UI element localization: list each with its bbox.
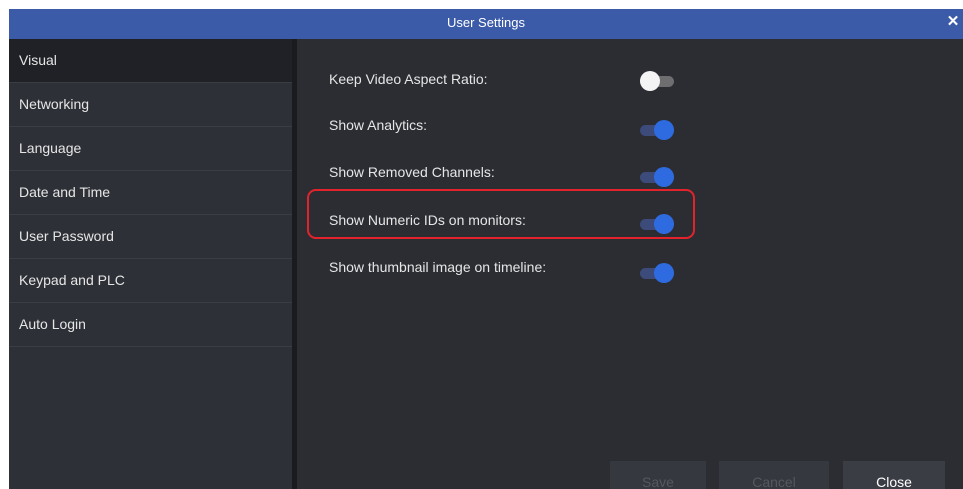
- toggle-show-removed-channels[interactable]: [640, 167, 674, 187]
- sidebar-item-auto-login[interactable]: Auto Login: [9, 303, 292, 347]
- close-button[interactable]: Close: [843, 461, 945, 489]
- setting-label-show-analytics: Show Analytics:: [329, 117, 428, 133]
- setting-label-show-thumbnail-image: Show thumbnail image on timeline:: [329, 259, 547, 275]
- dialog-title: User Settings: [446, 15, 526, 30]
- toggle-keep-video-aspect-ratio[interactable]: [640, 71, 674, 91]
- toggle-show-thumbnail-image[interactable]: [640, 263, 674, 283]
- sidebar-item-keypad-and-plc[interactable]: Keypad and PLC: [9, 259, 292, 303]
- close-icon[interactable]: ✕: [945, 13, 961, 31]
- setting-label-show-numeric-ids: Show Numeric IDs on monitors:: [329, 212, 526, 228]
- sidebar-item-language[interactable]: Language: [9, 127, 292, 171]
- save-button[interactable]: Save: [610, 461, 706, 489]
- toggle-knob: [654, 167, 674, 187]
- sidebar-item-user-password[interactable]: User Password: [9, 215, 292, 259]
- user-settings-dialog: User Settings ✕ Visual Networking Langua…: [9, 9, 963, 489]
- toggle-knob: [654, 263, 674, 283]
- toggle-knob: [654, 120, 674, 140]
- setting-label-keep-video-aspect-ratio: Keep Video Aspect Ratio:: [329, 71, 488, 87]
- toggle-show-numeric-ids[interactable]: [640, 214, 674, 234]
- toggle-show-analytics[interactable]: [640, 120, 674, 140]
- settings-sidebar: Visual Networking Language Date and Time…: [9, 39, 292, 489]
- visual-settings-panel: Keep Video Aspect Ratio: Show Analytics:…: [297, 39, 963, 489]
- sidebar-item-date-and-time[interactable]: Date and Time: [9, 171, 292, 215]
- setting-label-show-removed-channels: Show Removed Channels:: [329, 164, 495, 180]
- toggle-knob: [654, 214, 674, 234]
- cancel-button[interactable]: Cancel: [719, 461, 829, 489]
- sidebar-item-networking[interactable]: Networking: [9, 83, 292, 127]
- title-bar: User Settings ✕: [9, 9, 963, 39]
- sidebar-item-visual[interactable]: Visual: [9, 39, 292, 83]
- toggle-knob: [640, 71, 660, 91]
